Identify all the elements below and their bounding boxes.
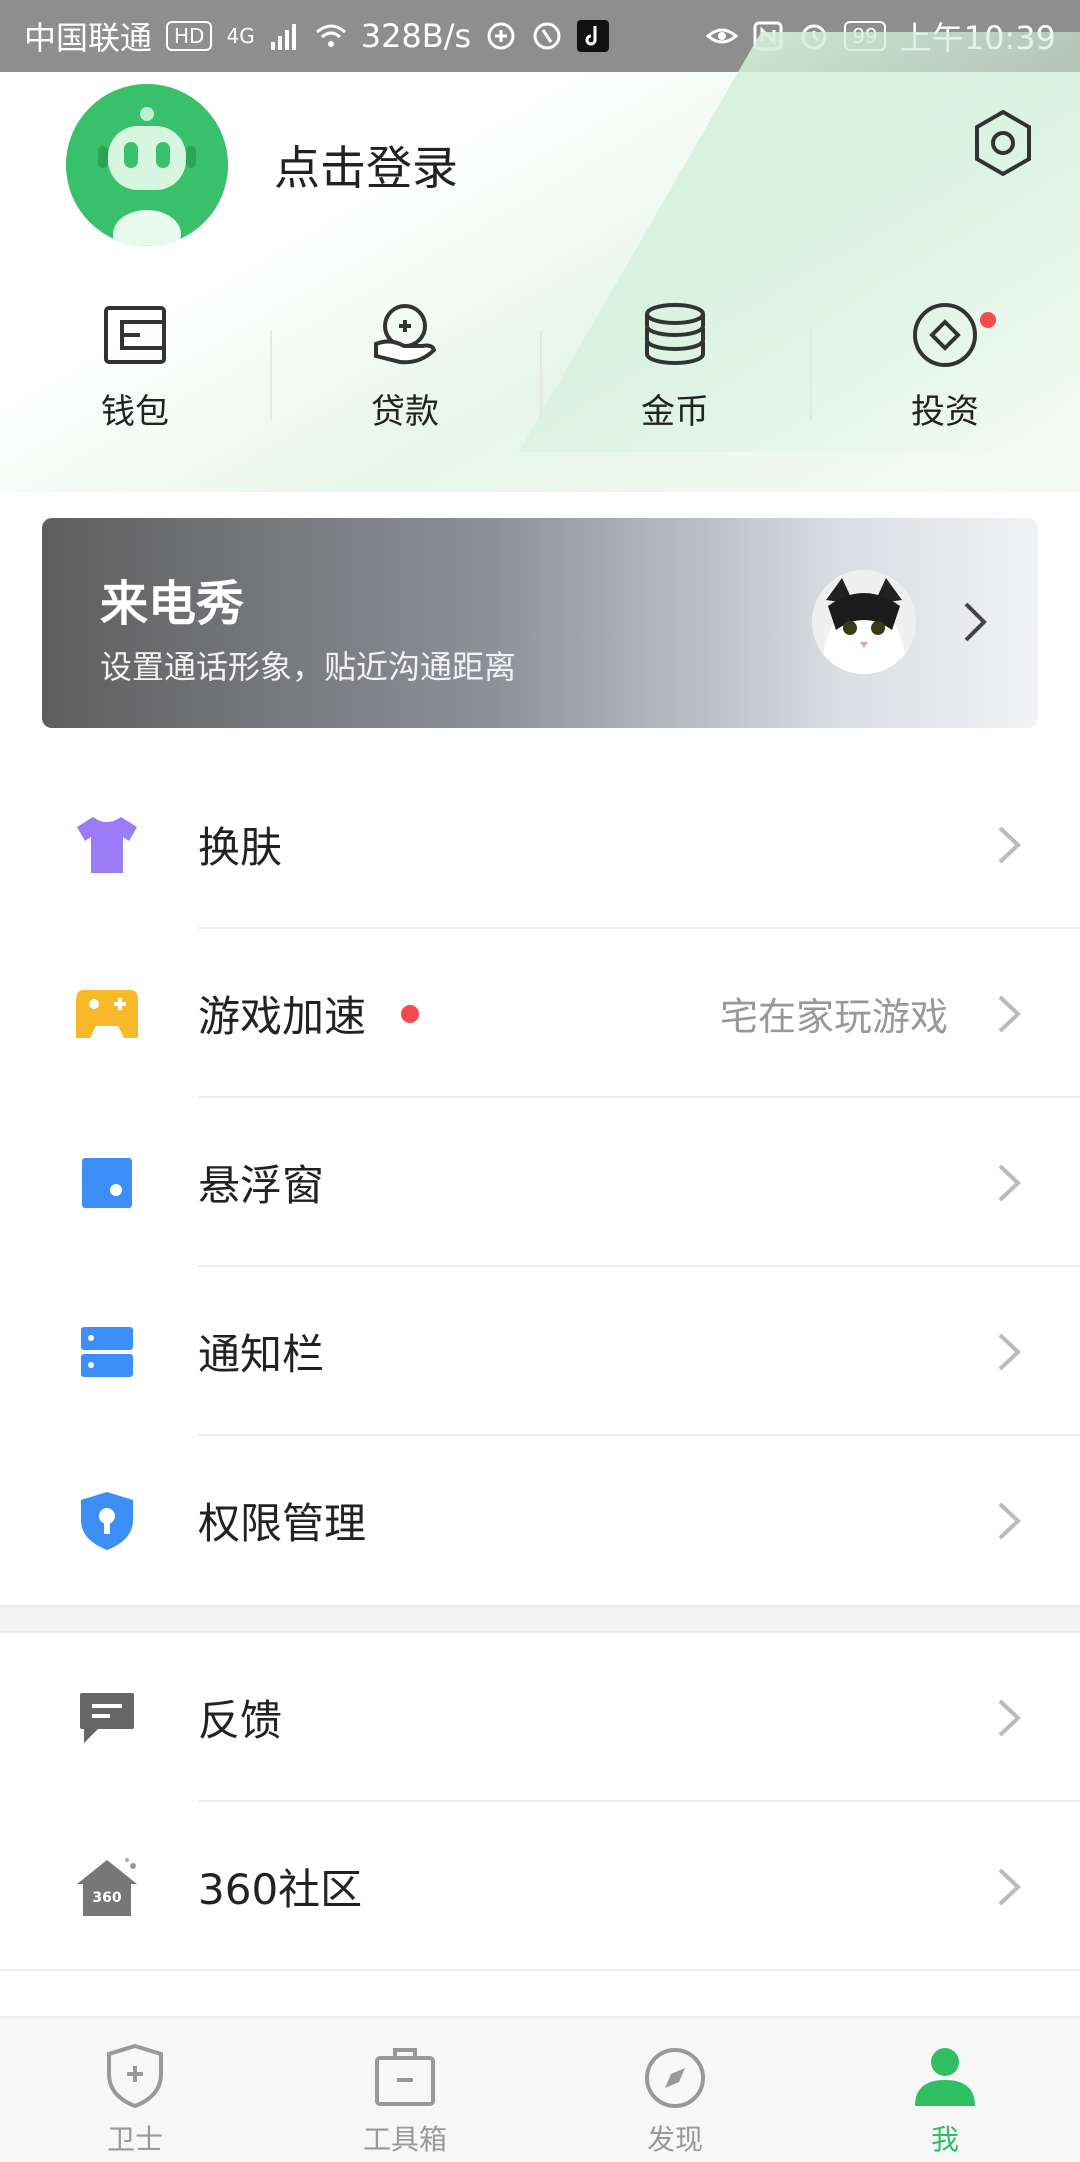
invest-badge-dot [980,312,996,328]
list-item-hint: 宅在家玩游戏 [719,995,948,1039]
list-item-label: 游戏加速 [198,992,367,1041]
avatar[interactable] [66,84,228,246]
section-divider [0,1605,1080,1633]
network-speed: 328B/s [360,17,472,55]
loan-icon [374,304,437,365]
floating-window-icon [72,1148,142,1218]
bottom-navigation: 卫士 工具箱 发现 我 [0,2016,1080,2162]
app-notification-icon [487,22,515,50]
community-house-icon: 360 [72,1852,142,1922]
quick-label-wallet: 钱包 [101,392,169,432]
hd-badge: HD [166,21,213,51]
list-item-floating-window[interactable]: 悬浮窗 [0,1098,1080,1267]
shield-plus-icon [107,2043,163,2109]
chevron-right-icon [998,1868,1021,1905]
caller-show-banner[interactable]: 来电秀 设置通话形象，贴近沟通距离 [42,518,1038,728]
toolbox-icon [375,2048,435,2106]
quick-label-loan: 贷款 [371,392,439,432]
eye-icon [706,28,739,44]
settings-list: 换肤 游戏加速 宅在家玩游戏 悬浮窗 通知栏 权限管理 反馈 360 360社区 [0,760,1080,1971]
wallet-icon [104,306,166,364]
cat-avatar-image [812,570,916,674]
chevron-right-icon [998,1699,1021,1736]
chevron-right-icon [998,995,1021,1032]
divider [0,1969,1080,1971]
robot-mascot-icon [66,84,228,246]
tab-label: 卫士 [106,2123,163,2156]
list-item-skin[interactable]: 换肤 [0,760,1080,929]
list-item-label: 反馈 [198,1696,283,1745]
tab-discover[interactable]: 发现 [540,2018,810,2162]
wifi-icon [315,24,346,47]
chevron-right-icon [964,602,987,642]
carrier-label: 中国联通 [24,19,153,57]
profile-section[interactable]: 点击登录 [66,84,458,246]
list-item-label: 换肤 [198,823,283,872]
new-badge-dot [401,1004,419,1023]
banner-title: 来电秀 [100,576,245,632]
gamepad-icon [72,979,142,1049]
tab-label: 发现 [646,2123,703,2156]
community-badge-text: 360 [92,1890,121,1906]
quick-label-invest: 投资 [911,392,979,432]
invest-icon [913,303,977,367]
list-item-label: 360社区 [198,1865,363,1914]
shield-icon [72,1486,142,1556]
quick-actions: 钱包 贷款 金币 投资 [0,300,1080,450]
quick-item-wallet[interactable]: 钱包 [0,300,270,450]
vpn-icon [533,22,561,50]
chevron-right-icon [998,826,1021,863]
tshirt-icon [72,810,142,880]
list-item-label: 通知栏 [198,1330,325,1379]
tiktok-icon [577,20,610,52]
list-item-permissions[interactable]: 权限管理 [0,1436,1080,1605]
chevron-right-icon [998,1333,1021,1370]
quick-item-coins[interactable]: 金币 [540,300,810,450]
quick-label-coins: 金币 [641,392,709,432]
tab-toolbox[interactable]: 工具箱 [270,2018,540,2162]
user-icon [915,2048,975,2106]
notification-bar-icon [72,1317,142,1387]
quick-item-invest[interactable]: 投资 [810,300,1080,450]
list-item-notification-bar[interactable]: 通知栏 [0,1267,1080,1436]
quick-item-loan[interactable]: 贷款 [270,300,540,450]
banner-subtitle: 设置通话形象，贴近沟通距离 [100,648,517,686]
tab-guard[interactable]: 卫士 [0,2018,270,2162]
list-item-community[interactable]: 360 360社区 [0,1802,1080,1971]
chevron-right-icon [998,1502,1021,1539]
list-item-game-boost[interactable]: 游戏加速 宅在家玩游戏 [0,929,1080,1098]
settings-icon[interactable] [968,108,1038,178]
list-item-feedback[interactable]: 反馈 [0,1633,1080,1802]
tab-label: 工具箱 [362,2123,447,2156]
coins-icon [645,303,705,366]
signal-icon [270,24,296,50]
chevron-right-icon [998,1164,1021,1201]
compass-icon [645,2048,705,2108]
login-prompt[interactable]: 点击登录 [274,132,458,198]
tab-label: 我 [930,2123,959,2156]
tab-me[interactable]: 我 [810,2018,1080,2162]
list-item-label: 悬浮窗 [198,1161,325,1210]
feedback-icon [72,1683,142,1753]
network-type: 4G [226,24,255,48]
list-item-label: 权限管理 [198,1499,367,1548]
status-left: 中国联通 HD 4G 328B/s [24,13,610,59]
